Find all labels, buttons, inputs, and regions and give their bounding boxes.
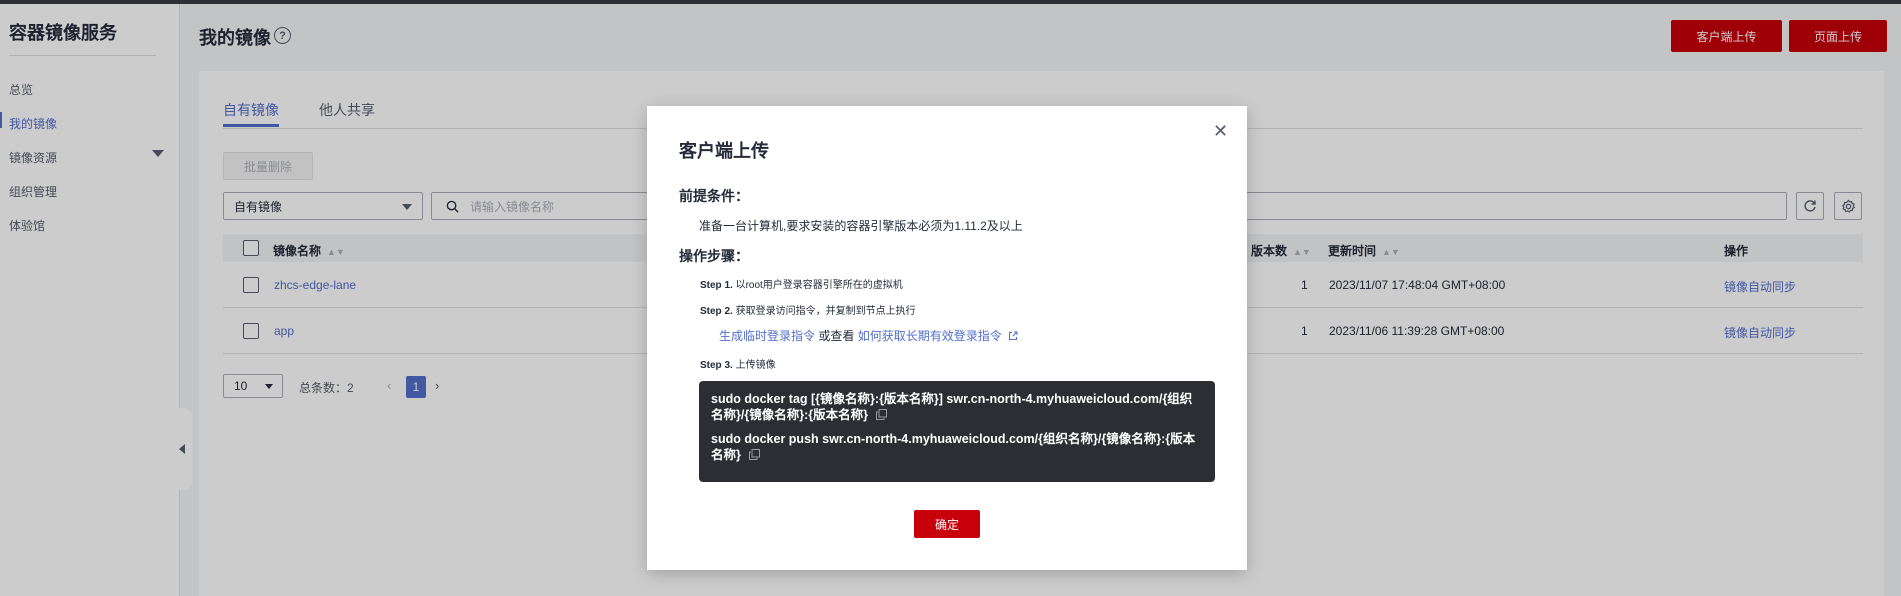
long-term-login-link[interactable]: 如何获取长期有效登录指令 [858, 329, 1002, 343]
dialog-title: 客户端上传 [679, 141, 769, 161]
docker-push-command: sudo docker push swr.cn-north-4.myhuawei… [711, 432, 1196, 462]
copy-icon[interactable] [875, 409, 887, 420]
temp-login-link[interactable]: 生成临时登录指令 [719, 329, 815, 343]
step-2: Step 2. 获取登录访问指令，并复制到节点上执行 [700, 306, 916, 317]
copy-icon[interactable] [748, 449, 760, 460]
or-view-text: 或查看 [818, 329, 855, 343]
prereq-text: 准备一台计算机,要求安装的容器引擎版本必须为1.11.2及以上 [699, 219, 1023, 233]
close-icon[interactable]: ✕ [1213, 122, 1228, 140]
login-links: 生成临时登录指令 或查看 如何获取长期有效登录指令 [719, 327, 1018, 344]
external-link-icon[interactable] [1008, 331, 1018, 341]
steps-heading: 操作步骤： [679, 248, 749, 264]
docker-tag-command: sudo docker tag [{镜像名称}:{版本名称}] swr.cn-n… [711, 392, 1193, 422]
prereq-heading: 前提条件： [679, 188, 749, 204]
confirm-button[interactable]: 确定 [914, 510, 980, 538]
command-block: sudo docker tag [{镜像名称}:{版本名称}] swr.cn-n… [699, 381, 1215, 482]
client-upload-dialog: ✕ 客户端上传 前提条件： 准备一台计算机,要求安装的容器引擎版本必须为1.11… [647, 106, 1247, 570]
step-3: Step 3. 上传镜像 [700, 360, 776, 371]
step-1: Step 1. 以root用户登录容器引擎所在的虚拟机 [700, 280, 903, 291]
